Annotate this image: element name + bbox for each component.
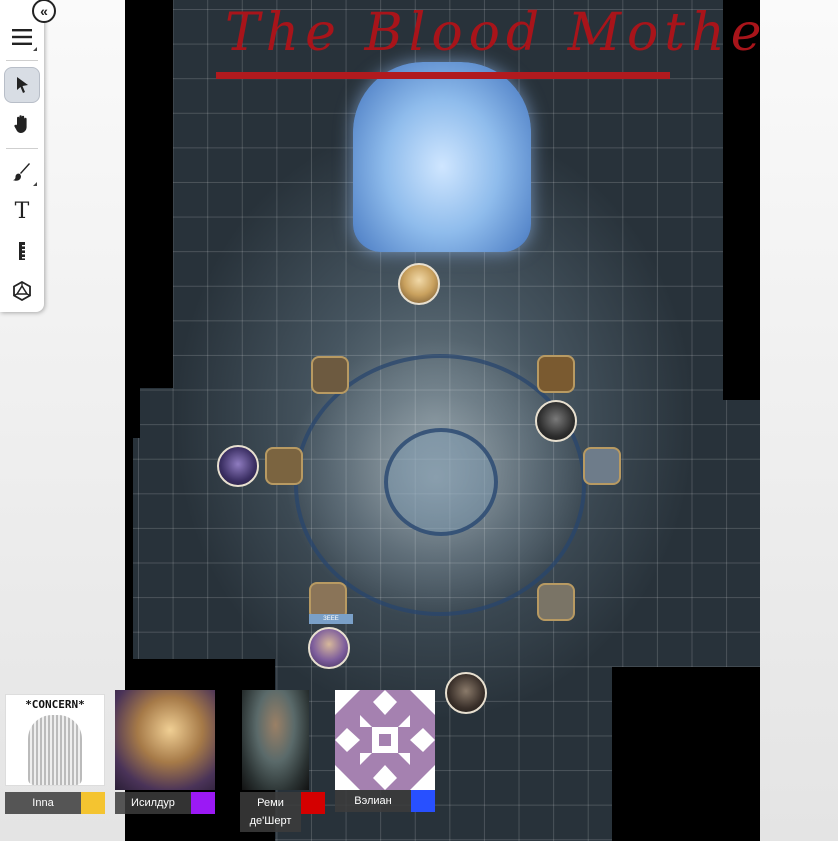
player-color-swatch[interactable]	[191, 792, 215, 814]
player-avatar	[335, 690, 435, 790]
battle-map[interactable]: The Blood Mother ЗЕЕЕ	[125, 0, 760, 841]
dice-icon[interactable]	[4, 274, 40, 308]
player-name: Реми де'Шерт	[240, 792, 301, 832]
player-name: Вэлиан	[335, 790, 411, 812]
toolbar-separator	[6, 60, 38, 61]
token-object-gear[interactable]	[537, 583, 575, 621]
player-card-velian[interactable]: Вэлиан	[335, 690, 435, 814]
token-hooded-dark[interactable]	[535, 400, 577, 442]
token-witch-purple[interactable]	[217, 445, 259, 487]
skeleton-drawing	[28, 715, 82, 785]
token-mage-purple[interactable]	[308, 627, 350, 669]
player-avatar	[115, 690, 215, 790]
token-elf-blonde[interactable]	[398, 263, 440, 305]
ruler-icon[interactable]	[4, 234, 40, 268]
collapse-sidebar-button[interactable]: «	[32, 0, 56, 23]
token-label: ЗЕЕЕ	[309, 614, 353, 624]
fog-left-step	[125, 388, 140, 438]
map-title-underline	[216, 72, 670, 79]
crystal-formation	[353, 62, 531, 252]
player-name: Inna	[5, 792, 81, 814]
ritual-emblem	[384, 428, 498, 536]
map-title: The Blood Mother	[225, 3, 760, 63]
player-card-isildur[interactable]: Исилдур	[115, 690, 215, 814]
player-card-inna[interactable]: *CONCERN* Inna	[5, 694, 105, 814]
avatar-caption: *CONCERN*	[25, 698, 85, 711]
token-object-star[interactable]	[583, 447, 621, 485]
fog-bottom-right	[612, 667, 760, 841]
toolbar-separator	[6, 148, 38, 149]
player-card-remi[interactable]: Реми де'Шерт	[240, 690, 326, 832]
tool-sidebar: T	[0, 0, 44, 312]
token-rogue-hooded[interactable]	[445, 672, 487, 714]
select-pointer-icon[interactable]	[4, 67, 40, 103]
menu-icon[interactable]	[4, 20, 40, 54]
player-avatar: *CONCERN*	[5, 694, 105, 786]
text-tool-icon[interactable]: T	[4, 194, 40, 228]
player-name: Исилдур	[115, 792, 191, 814]
player-color-swatch[interactable]	[301, 792, 325, 814]
fog-left-top	[125, 0, 173, 388]
token-object-scroll[interactable]	[311, 356, 349, 394]
token-object-hand[interactable]	[265, 447, 303, 485]
player-color-swatch[interactable]	[81, 792, 105, 814]
brush-icon[interactable]	[4, 155, 40, 189]
player-color-swatch[interactable]	[411, 790, 435, 812]
pan-hand-icon[interactable]	[4, 107, 40, 141]
double-chevron-left-icon: «	[40, 3, 48, 19]
token-object-lamp[interactable]	[537, 355, 575, 393]
player-avatar	[242, 690, 309, 790]
